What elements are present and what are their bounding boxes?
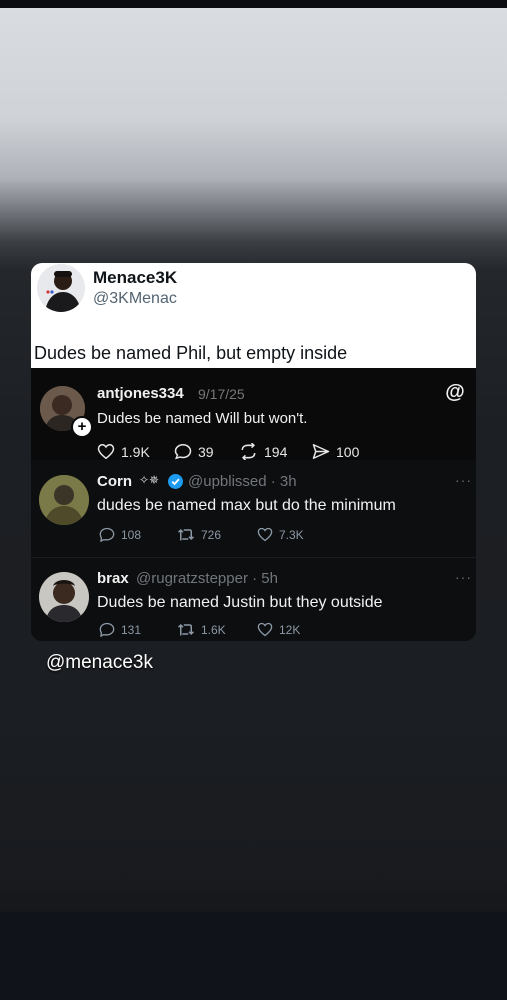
display-name[interactable]: Menace3K	[93, 268, 177, 288]
retweet-icon	[177, 528, 195, 541]
like-button[interactable]: 1.9K	[97, 443, 150, 460]
like-button[interactable]: 12K	[257, 622, 300, 637]
post-date: 9/17/25	[198, 386, 245, 402]
avatar-image	[37, 264, 85, 312]
username[interactable]: antjones334	[97, 385, 184, 402]
watermark: @menace3k	[46, 652, 153, 673]
display-name[interactable]: brax	[97, 570, 129, 587]
post-text: Dudes be named Phil, but empty inside	[34, 343, 348, 363]
share-button[interactable]: 100	[312, 443, 359, 460]
share-count: 100	[336, 443, 360, 460]
avatar[interactable]	[39, 572, 89, 622]
reply-button[interactable]: 39	[174, 443, 214, 460]
original-post: Menace3K @3KMenac Dudes be named Phil, b…	[31, 263, 476, 368]
avatar[interactable]	[39, 475, 89, 525]
like-count: 7.3K	[279, 527, 304, 542]
comment-icon	[174, 443, 192, 460]
avatar-image	[39, 572, 89, 622]
reply-button[interactable]: 131	[99, 622, 141, 637]
heart-icon	[97, 443, 115, 460]
threads-logo-icon: @	[445, 381, 465, 403]
verified-badge-icon	[168, 474, 183, 494]
post-text: dudes be named max but do the minimum	[97, 497, 396, 514]
handle-and-time[interactable]: @rugratzstepper · 5h	[136, 570, 278, 587]
like-count: 1.9K	[121, 443, 150, 460]
repost-icon	[241, 443, 256, 460]
like-button[interactable]: 7.3K	[257, 527, 304, 542]
repost-button[interactable]: 726	[177, 527, 221, 542]
reply-count: 39	[198, 443, 214, 460]
repost-button[interactable]: 1.6K	[177, 622, 226, 637]
send-icon	[312, 444, 330, 459]
handle-and-time[interactable]: @upblissed · 3h	[188, 473, 297, 490]
repost-count: 194	[264, 443, 288, 460]
avatar-image	[39, 475, 89, 525]
repost-button[interactable]: 194	[239, 443, 287, 460]
heart-icon	[257, 527, 273, 542]
more-options-icon[interactable]: ···	[455, 569, 472, 585]
user-handle[interactable]: @3KMenac	[93, 290, 177, 308]
x-post: Corn ✧✵ @upblissed · 3h ··· dudes be nam…	[31, 460, 476, 557]
reply-count: 108	[121, 527, 142, 542]
threads-post: + antjones334 9/17/25 @ Dudes be named W…	[31, 368, 476, 460]
top-bar	[0, 0, 507, 8]
follow-plus-icon[interactable]: +	[71, 416, 93, 438]
name-badges: ✧✵	[139, 473, 160, 487]
avatar[interactable]	[37, 264, 85, 312]
like-count: 12K	[279, 622, 301, 637]
post-text: Dudes be named Justin but they outside	[97, 594, 383, 611]
comment-icon	[99, 622, 115, 637]
post-text: Dudes be named Will but won't.	[97, 410, 308, 427]
retweet-icon	[177, 623, 195, 636]
display-name[interactable]: Corn	[97, 473, 132, 490]
heart-icon	[257, 622, 273, 637]
screenshot-card: Menace3K @3KMenac Dudes be named Phil, b…	[31, 263, 476, 641]
more-options-icon[interactable]: ···	[455, 472, 472, 488]
reply-count: 131	[121, 622, 142, 637]
repost-count: 726	[201, 527, 222, 542]
repost-count: 1.6K	[201, 622, 226, 637]
x-post: brax @rugratzstepper · 5h ··· Dudes be n…	[31, 557, 476, 641]
bottom-bar	[0, 912, 507, 1000]
comment-icon	[99, 527, 115, 542]
reply-button[interactable]: 108	[99, 527, 141, 542]
